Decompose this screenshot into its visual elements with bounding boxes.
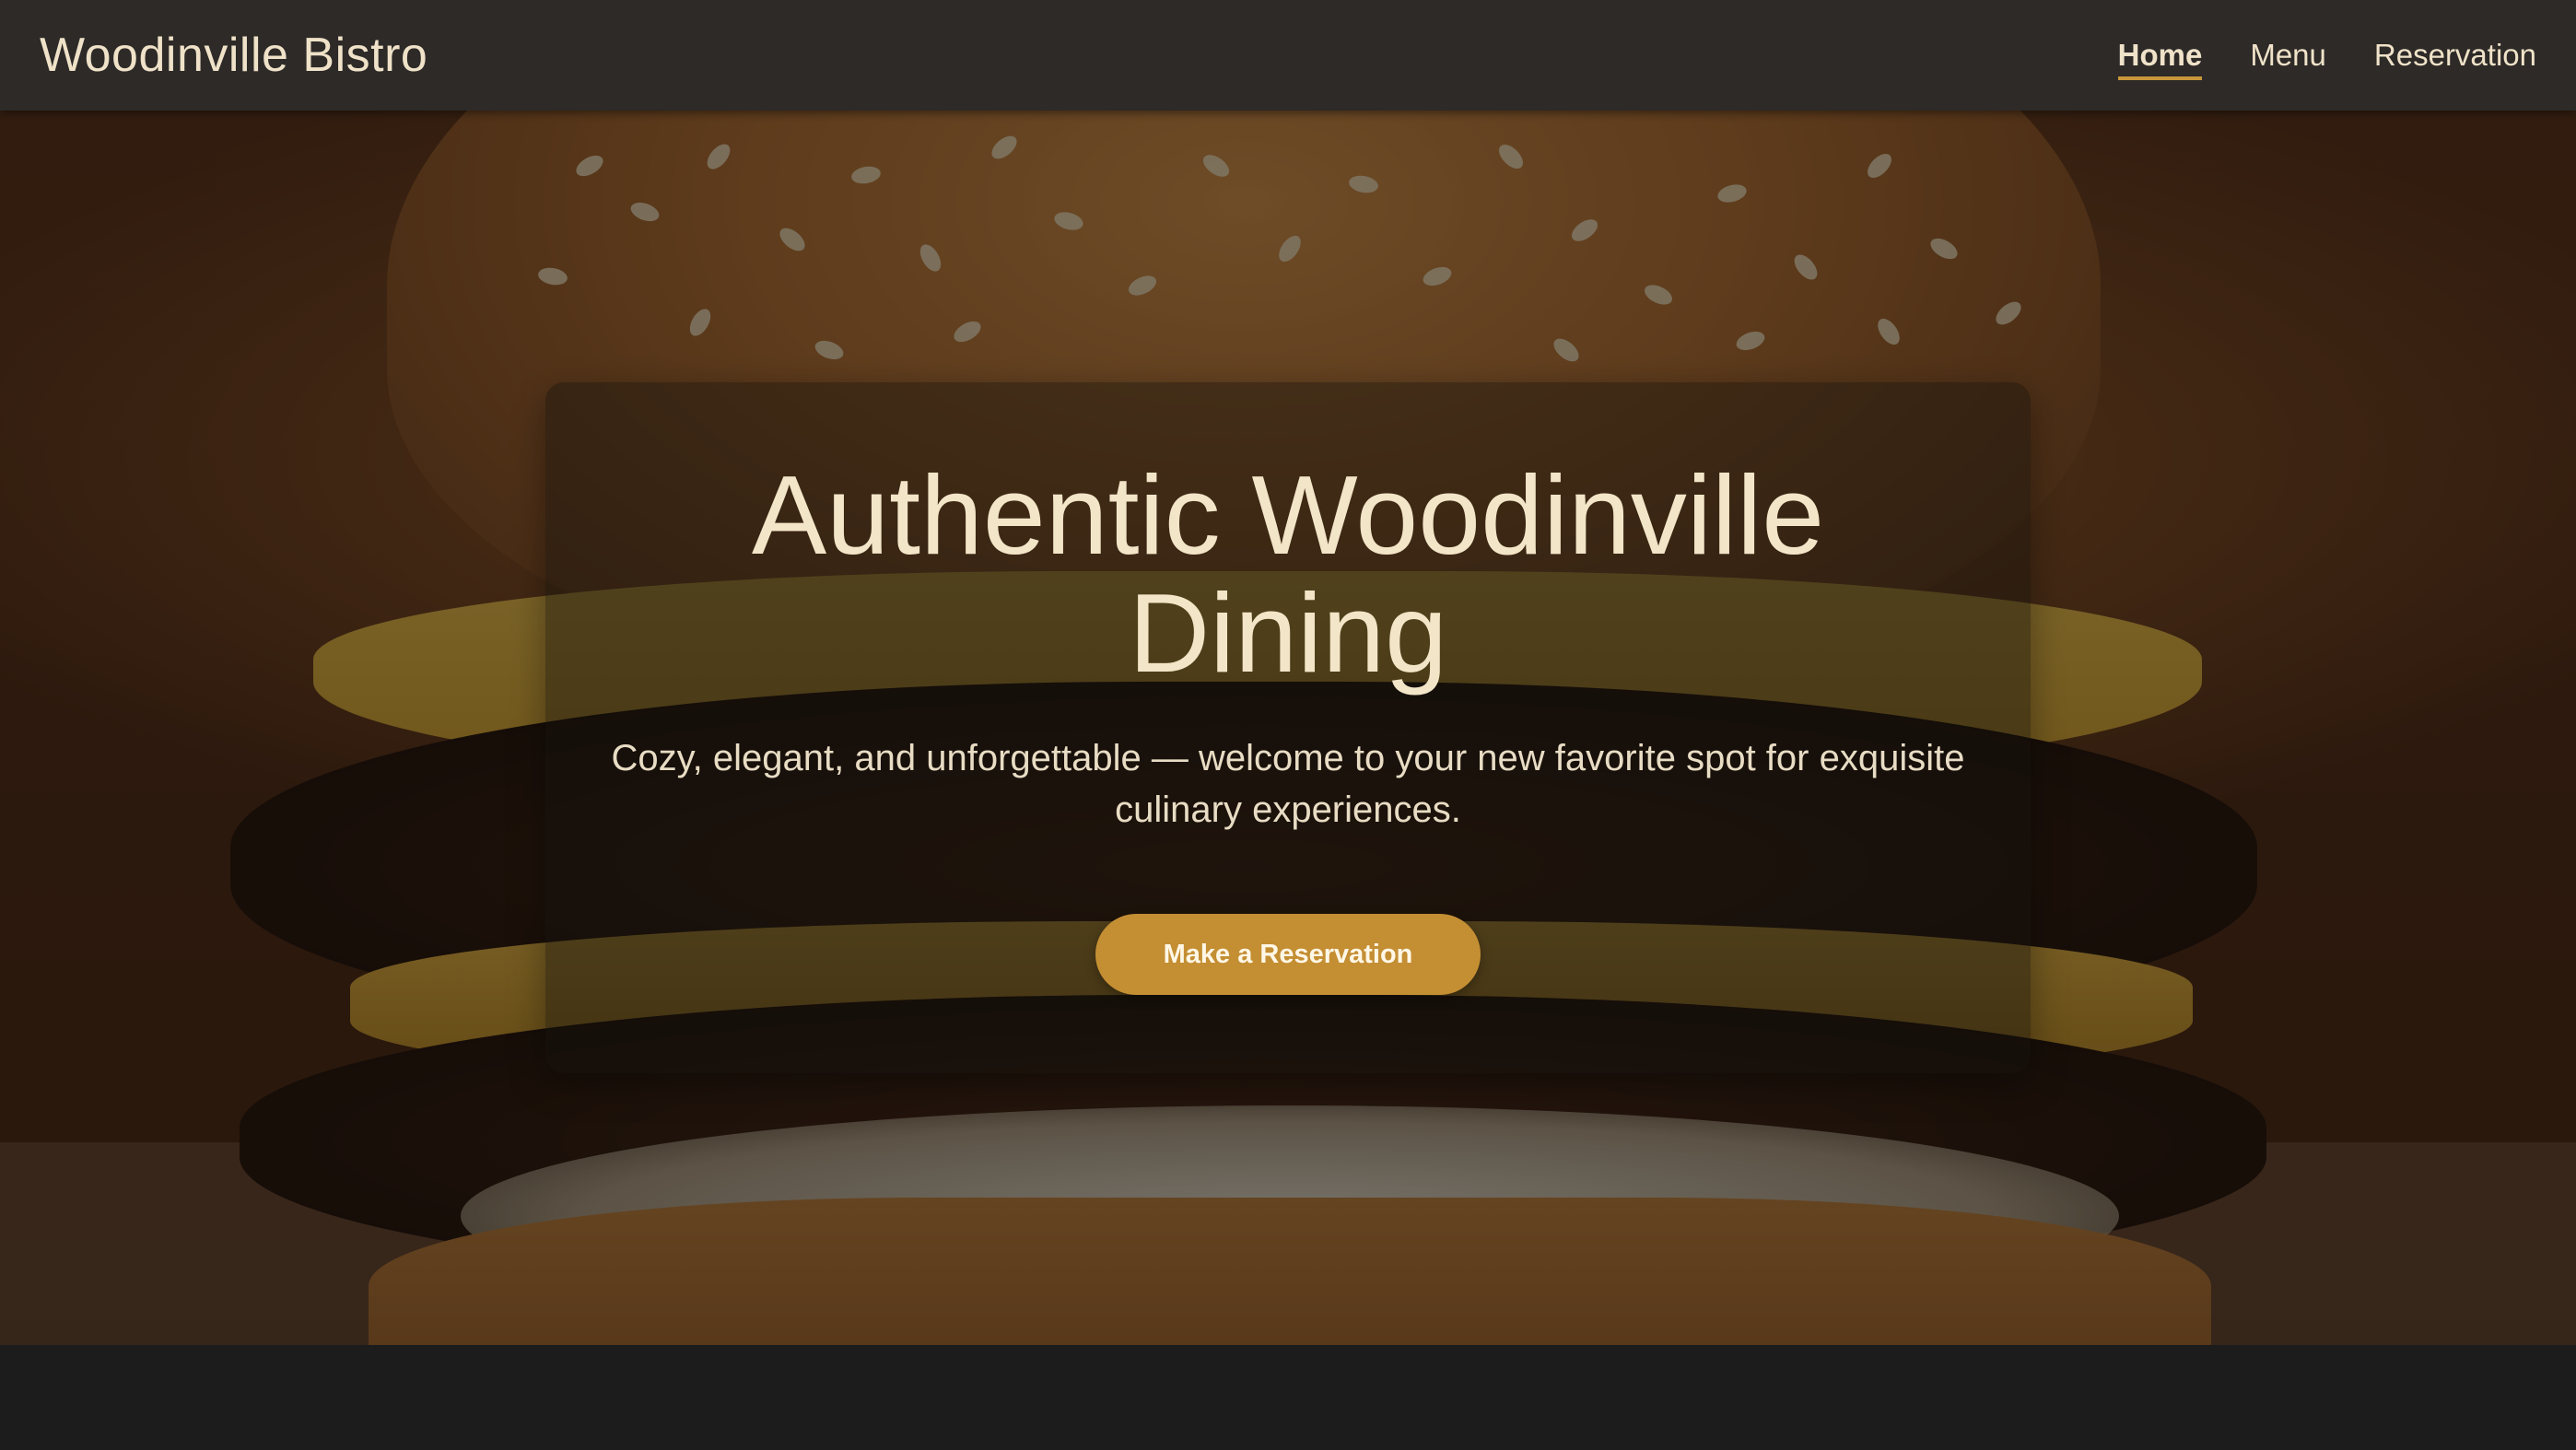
make-reservation-button[interactable]: Make a Reservation: [1095, 914, 1481, 995]
nav-link-menu[interactable]: Menu: [2250, 35, 2326, 80]
hero-section: Authentic Woodinville Dining Cozy, elega…: [0, 111, 2576, 1345]
hero-card: Authentic Woodinville Dining Cozy, elega…: [545, 382, 2031, 1073]
nav-link-home[interactable]: Home: [2117, 35, 2203, 80]
brand-logo-text[interactable]: Woodinville Bistro: [40, 28, 427, 83]
hero-title-line-2: Dining: [1129, 570, 1447, 696]
hero-title-line-1: Authentic Woodinville: [751, 452, 1825, 578]
nav-link-reservation[interactable]: Reservation: [2374, 35, 2536, 80]
main-nav: Home Menu Reservation: [2070, 35, 2536, 80]
top-navbar: Woodinville Bistro Home Menu Reservation: [0, 0, 2576, 111]
footer-band: [0, 1345, 2576, 1450]
hero-title: Authentic Woodinville Dining: [545, 456, 2031, 692]
hero-subtitle: Cozy, elegant, and unforgettable — welco…: [611, 738, 1965, 830]
